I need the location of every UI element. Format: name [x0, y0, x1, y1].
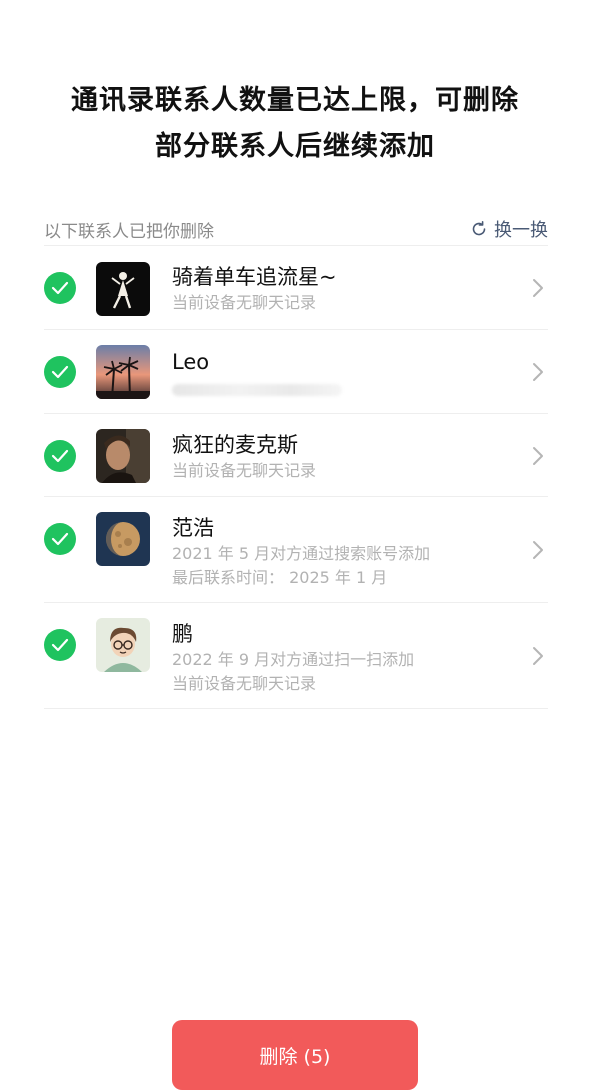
- checkbox-checked[interactable]: [44, 440, 76, 472]
- chevron-right-icon: [533, 363, 543, 381]
- checkbox-checked[interactable]: [44, 523, 76, 555]
- checkmark-icon: [51, 281, 69, 295]
- checkbox-checked[interactable]: [44, 629, 76, 661]
- contact-name: 范浩: [172, 516, 214, 540]
- chevron-right-icon: [533, 447, 543, 465]
- contact-info: 范浩 2021 年 5 月对方通过搜索账号添加 最后联系时间： 2025 年 1…: [172, 514, 508, 590]
- contact-info: 鹏 2022 年 9 月对方通过扫一扫添加 当前设备无聊天记录: [172, 620, 508, 696]
- contact-row[interactable]: 骑着单车追流星~ 当前设备无聊天记录: [44, 246, 548, 330]
- blurred-detail: [172, 384, 342, 396]
- refresh-label: 换一换: [494, 220, 548, 241]
- contact-name: 鹏: [172, 622, 193, 646]
- contact-add-method: 2022 年 9 月对方通过扫一扫添加: [172, 650, 415, 669]
- contact-row[interactable]: 范浩 2021 年 5 月对方通过搜索账号添加 最后联系时间： 2025 年 1…: [44, 497, 548, 603]
- contact-name: 疯狂的麦克斯: [172, 433, 298, 457]
- contact-detail: 当前设备无聊天记录: [172, 674, 317, 693]
- refresh-button[interactable]: 换一换: [470, 216, 548, 242]
- contact-last-contact: 最后联系时间： 2025 年 1 月: [172, 568, 388, 587]
- contact-add-method: 2021 年 5 月对方通过搜索账号添加: [172, 544, 431, 563]
- contact-info: 疯狂的麦克斯 当前设备无聊天记录: [172, 431, 508, 483]
- chevron-right-icon: [533, 647, 543, 665]
- checkbox-checked[interactable]: [44, 272, 76, 304]
- man-portrait-icon: [96, 429, 150, 483]
- checkmark-icon: [51, 365, 69, 379]
- checkmark-icon: [51, 638, 69, 652]
- section-header: 以下联系人已把你删除 换一换: [44, 214, 548, 244]
- contact-row[interactable]: Leo: [44, 330, 548, 414]
- contact-name: Leo: [172, 350, 210, 374]
- checkbox-checked[interactable]: [44, 356, 76, 388]
- chevron-right-icon: [533, 279, 543, 297]
- contact-info: Leo: [172, 348, 508, 396]
- checkmark-icon: [51, 449, 69, 463]
- cartoon-boy-icon: [96, 618, 150, 672]
- headline-line-2: 部分联系人后继续添加: [155, 131, 435, 162]
- moon-icon: [96, 512, 150, 566]
- avatar: [96, 429, 150, 483]
- contact-detail: 当前设备无聊天记录: [172, 293, 317, 312]
- avatar: [96, 262, 150, 316]
- avatar: [96, 618, 150, 672]
- headline-line-1: 通讯录联系人数量已达上限，可删除: [71, 85, 519, 116]
- contact-list: 骑着单车追流星~ 当前设备无聊天记录 Leo 疯狂的麦克斯 当前设备无聊天记录 …: [44, 245, 548, 709]
- contact-info: 骑着单车追流星~ 当前设备无聊天记录: [172, 263, 508, 315]
- contact-name: 骑着单车追流星~: [172, 265, 337, 289]
- refresh-icon: [472, 221, 486, 236]
- contact-row[interactable]: 鹏 2022 年 9 月对方通过扫一扫添加 当前设备无聊天记录: [44, 603, 548, 709]
- checkmark-icon: [51, 532, 69, 546]
- avatar: [96, 512, 150, 566]
- chevron-right-icon: [533, 541, 543, 559]
- contact-detail: 当前设备无聊天记录: [172, 461, 317, 480]
- section-label: 以下联系人已把你删除: [44, 221, 214, 242]
- palm-tree-sunset-icon: [96, 345, 150, 399]
- avatar: [96, 345, 150, 399]
- contact-row[interactable]: 疯狂的麦克斯 当前设备无聊天记录: [44, 414, 548, 497]
- sailor-moon-silhouette-icon: [96, 262, 150, 316]
- page-headline: 通讯录联系人数量已达上限，可删除 部分联系人后继续添加: [0, 78, 590, 170]
